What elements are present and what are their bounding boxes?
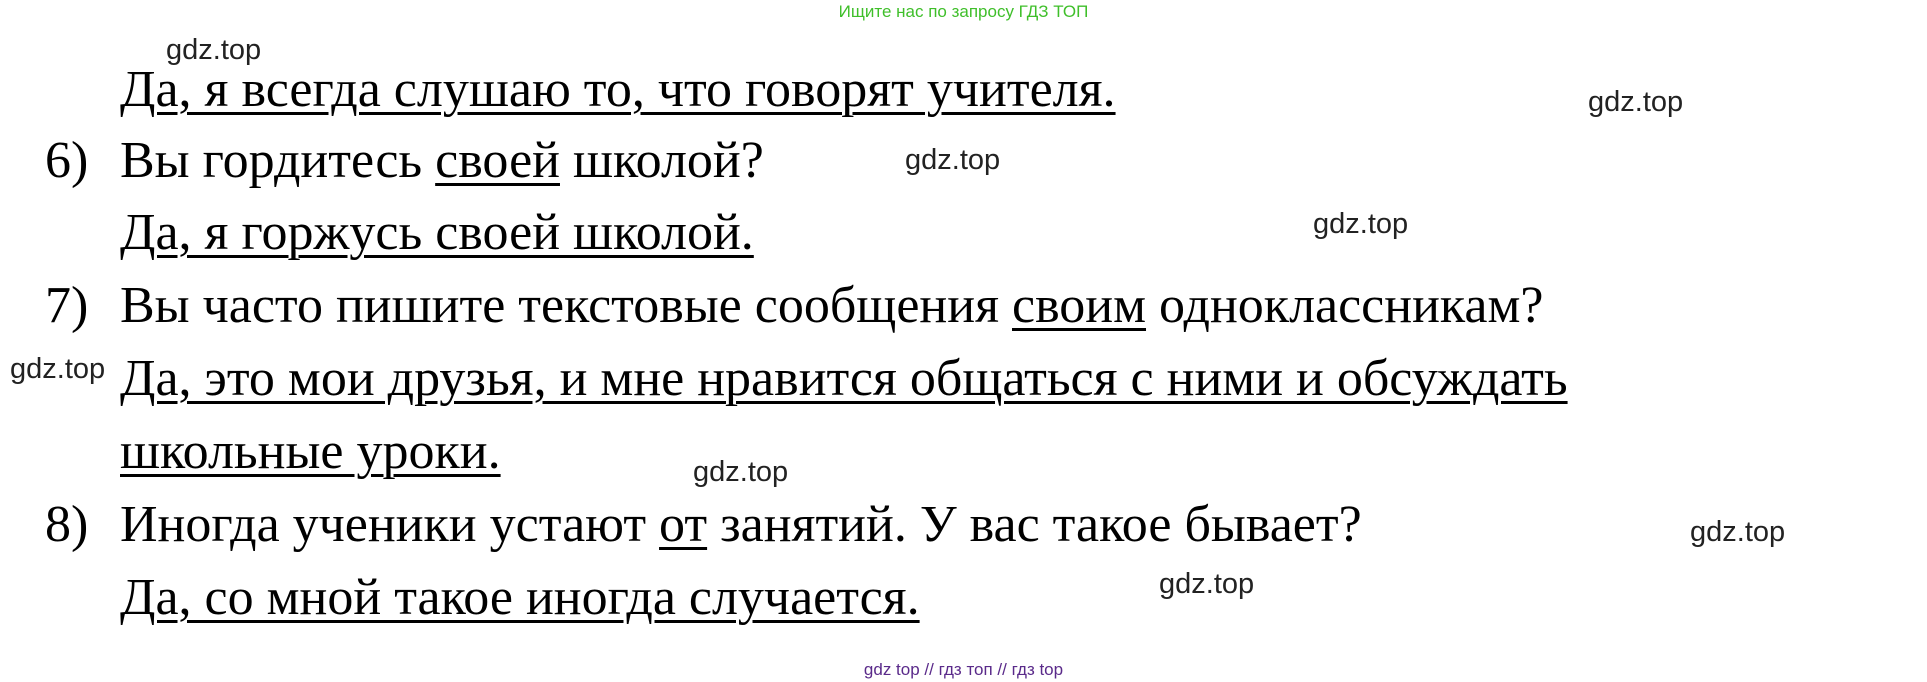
question-8-text-start: Иногда ученики устают	[120, 496, 660, 553]
bottom-banner: gdz top // гдз топ // гдз top	[863, 660, 1064, 679]
question-8: Иногда ученики устают от занятий. У вас …	[120, 495, 1362, 555]
worksheet-page: Ищите нас по запросу ГДЗ ТОП Да, я всегд…	[0, 0, 1927, 682]
answer-7-line-2: школьные уроки.	[120, 423, 501, 480]
question-8-underlined-word: от	[659, 496, 708, 553]
watermark: gdz.top	[1690, 516, 1786, 548]
question-7-text-start: Вы часто пишите текстовые сообщения	[120, 277, 1012, 334]
question-8-text-end: занятий. У вас такое бывает?	[707, 496, 1362, 553]
answer-5: Да, я всегда слушаю то, что говорят учит…	[120, 61, 1116, 118]
answer-8: Да, со мной такое иногда случается.	[120, 569, 920, 626]
watermark: gdz.top	[1313, 208, 1409, 240]
watermark: gdz.top	[693, 456, 789, 488]
question-7: Вы часто пишите текстовые сообщения свои…	[120, 276, 1543, 336]
question-7-number: 7)	[45, 277, 89, 334]
watermark: gdz.top	[10, 353, 106, 385]
question-7-underlined-word: своим	[1012, 277, 1147, 334]
watermark: gdz.top	[1159, 568, 1255, 600]
question-6-text-start: Вы гордитесь	[120, 132, 436, 189]
answer-6: Да, я горжусь своей школой.	[120, 204, 754, 261]
question-8-number: 8)	[45, 496, 89, 553]
question-7-text-end: одноклассникам?	[1146, 277, 1544, 334]
question-6-underlined-word: своей	[435, 132, 560, 189]
watermark: gdz.top	[1588, 86, 1684, 118]
question-6: Вы гордитесь своей школой?	[120, 131, 764, 191]
question-6-number: 6)	[45, 132, 89, 189]
top-banner: Ищите нас по запросу ГДЗ ТОП	[838, 2, 1089, 21]
answer-7-line-1: Да, это мои друзья, и мне нравится общат…	[120, 350, 1568, 407]
watermark: gdz.top	[905, 144, 1001, 176]
watermark: gdz.top	[166, 34, 262, 66]
question-6-text-end: школой?	[559, 132, 764, 189]
